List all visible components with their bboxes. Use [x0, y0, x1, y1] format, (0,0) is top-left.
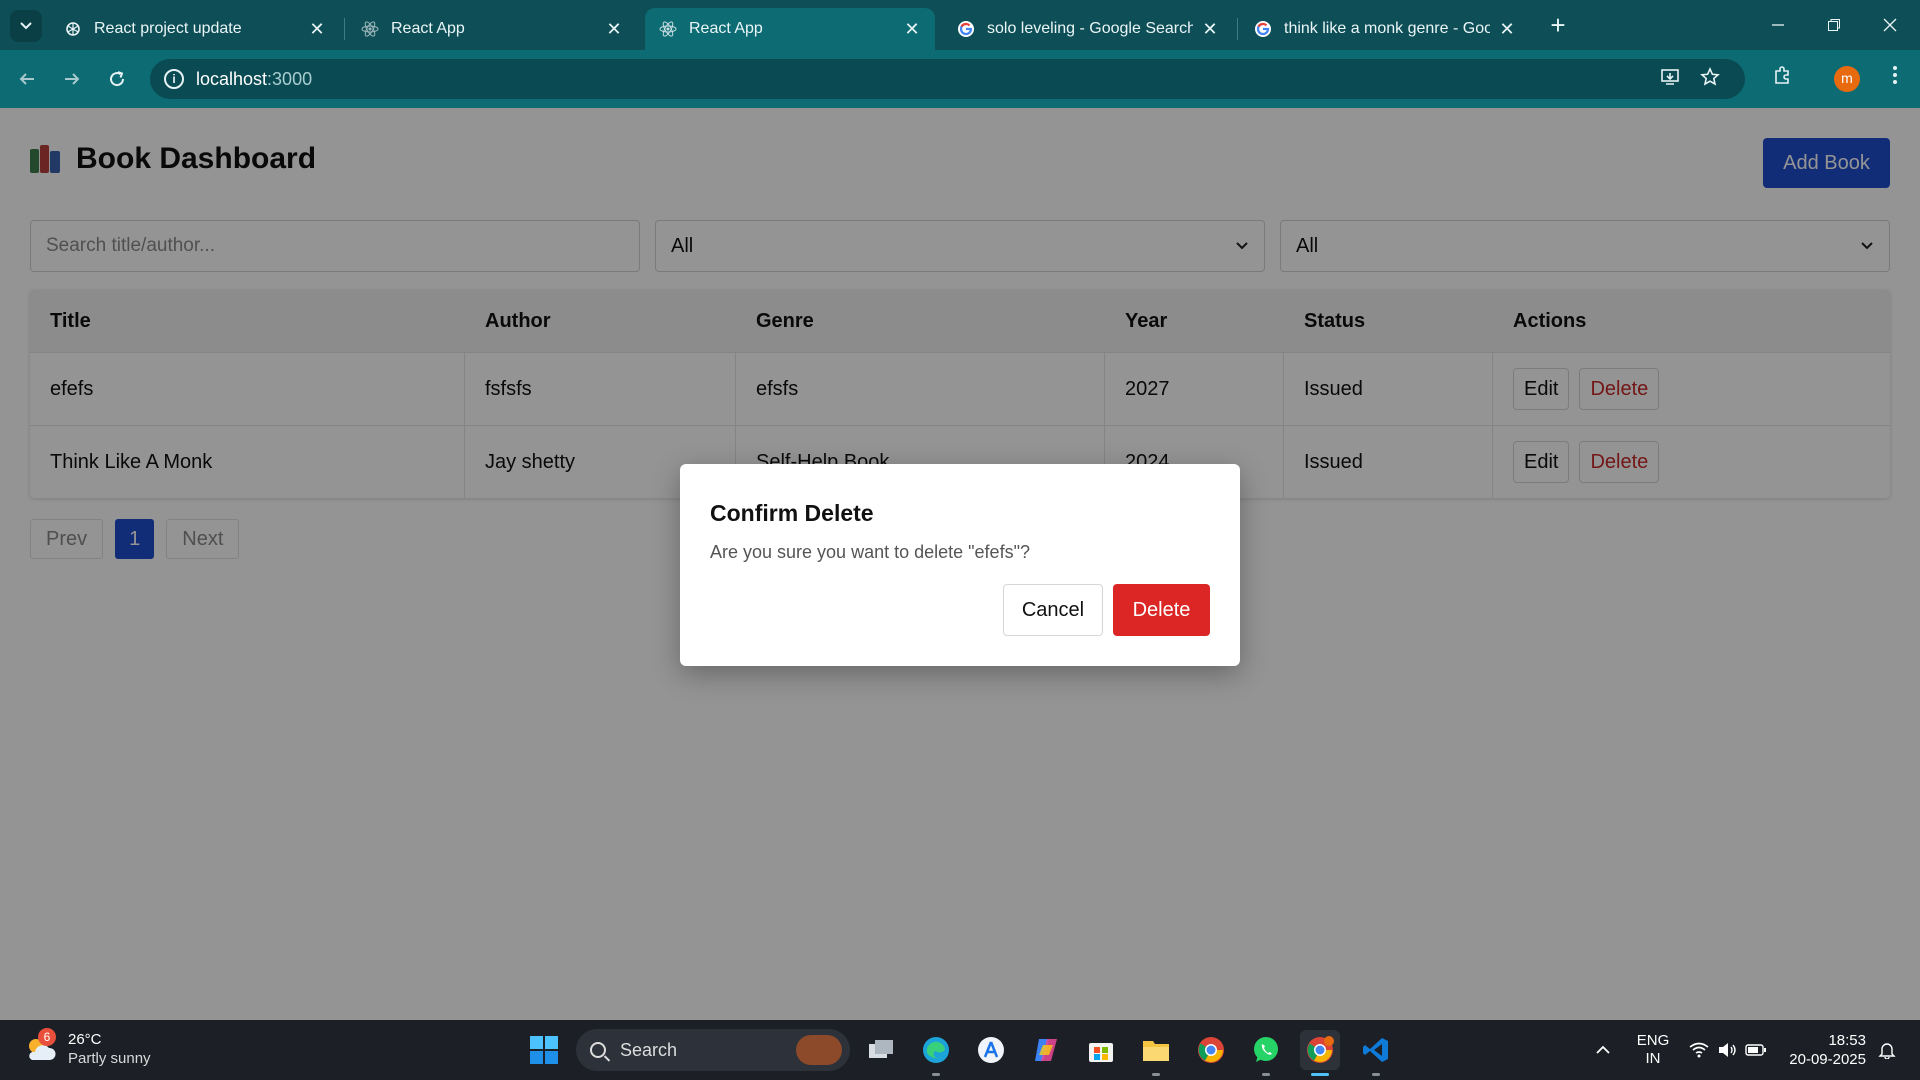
install-app-icon[interactable] [1658, 67, 1682, 91]
input-language-indicator[interactable]: ENG IN [1628, 1020, 1678, 1080]
dialog-title: Confirm Delete [710, 500, 874, 526]
browser-tab-1[interactable]: React project update ✕ [50, 8, 340, 50]
taskbar-search[interactable]: Search [576, 1029, 850, 1071]
running-indicator [932, 1073, 940, 1076]
search-icon [590, 1042, 606, 1058]
extensions-icon[interactable] [1767, 64, 1797, 94]
close-icon[interactable]: ✕ [1201, 19, 1219, 40]
arrow-right-icon [65, 73, 80, 85]
volume-icon[interactable] [1712, 1020, 1742, 1080]
edge-browser-icon[interactable] [916, 1030, 956, 1070]
wifi-icon[interactable] [1684, 1020, 1714, 1080]
tab-title: React project update [94, 20, 242, 37]
address-url[interactable]: localhost:3000 [196, 69, 312, 90]
running-indicator-active [1311, 1073, 1329, 1076]
profile-avatar[interactable]: m [1834, 66, 1860, 92]
close-icon[interactable]: ✕ [1498, 19, 1516, 40]
windows-taskbar: 6 26°C Partly sunny Search ENG IN 18:53 … [0, 1020, 1920, 1080]
weather-widget[interactable]: 6 26°C Partly sunny [24, 1028, 151, 1068]
browser-tab-5[interactable]: think like a monk genre - Google ✕ [1240, 8, 1530, 50]
task-view-icon[interactable] [861, 1030, 901, 1070]
cancel-button[interactable]: Cancel [1003, 584, 1103, 636]
reload-icon [110, 71, 125, 87]
battery-icon[interactable] [1741, 1020, 1771, 1080]
close-icon[interactable]: ✕ [605, 19, 623, 40]
weather-alert-badge: 6 [38, 1028, 56, 1046]
close-icon [1883, 18, 1897, 32]
tab-divider [344, 18, 345, 40]
url-host: localhost [196, 69, 268, 89]
google-icon [957, 20, 975, 38]
lang-bottom: IN [1645, 1050, 1661, 1067]
chrome-profile-icon[interactable] [1300, 1030, 1340, 1070]
tab-title: solo leveling - Google Search [987, 20, 1193, 37]
reload-button[interactable] [102, 64, 132, 94]
tab-title: React App [689, 20, 763, 37]
tab-title: think like a monk genre - Google [1284, 20, 1490, 37]
browser-tab-3-active[interactable]: React App ✕ [645, 8, 935, 50]
browser-tab-2[interactable]: React App ✕ [347, 8, 637, 50]
whatsapp-icon[interactable] [1246, 1030, 1286, 1070]
chrome-icon[interactable] [1191, 1030, 1231, 1070]
weather-temp: 26°C [68, 1031, 102, 1048]
address-bar[interactable]: i localhost:3000 [150, 59, 1745, 99]
google-icon [1254, 20, 1272, 38]
confirm-delete-dialog: Confirm Delete Are you sure you want to … [680, 464, 1240, 666]
forward-button[interactable] [57, 64, 87, 94]
close-window-button[interactable] [1862, 0, 1918, 50]
confirm-delete-button[interactable]: Delete [1113, 584, 1210, 636]
minimize-icon [1772, 24, 1784, 26]
vscode-icon[interactable] [1356, 1030, 1396, 1070]
arrow-left-icon [19, 73, 34, 85]
windows-start-icon[interactable] [524, 1030, 564, 1070]
close-icon[interactable]: ✕ [308, 19, 326, 40]
bookmark-star-icon[interactable] [1698, 67, 1722, 91]
tab-title: React App [391, 20, 465, 37]
clock-time: 18:53 [1828, 1032, 1866, 1049]
search-highlight-image [796, 1035, 842, 1065]
url-port: :3000 [267, 69, 313, 89]
react-icon [361, 20, 379, 38]
weather-condition: Partly sunny [68, 1050, 151, 1067]
minimize-button[interactable] [1750, 0, 1806, 50]
show-hidden-icons-chevron-up-icon[interactable] [1588, 1020, 1618, 1080]
tab-divider [1237, 18, 1238, 40]
weather-partly-sunny-icon: 6 [24, 1028, 58, 1066]
chatgpt-icon [64, 20, 82, 38]
tab-search-menu-button[interactable] [10, 10, 42, 42]
more-menu-icon[interactable] [1880, 64, 1910, 94]
restore-button[interactable] [1806, 0, 1862, 50]
copilot-icon[interactable] [1026, 1030, 1066, 1070]
restore-icon [1828, 19, 1840, 31]
app-store-icon[interactable] [971, 1030, 1011, 1070]
browser-toolbar: i localhost:3000 [0, 50, 1920, 108]
back-button[interactable] [12, 64, 42, 94]
react-icon [659, 20, 677, 38]
running-indicator [1152, 1073, 1160, 1076]
new-tab-button[interactable]: + [1543, 10, 1573, 40]
file-explorer-icon[interactable] [1136, 1030, 1176, 1070]
weather-text: 26°C Partly sunny [68, 1030, 151, 1068]
taskbar-search-label: Search [620, 1039, 678, 1060]
chevron-down-icon [20, 22, 32, 30]
notification-bell-icon[interactable] [1872, 1020, 1902, 1080]
microsoft-store-icon[interactable] [1081, 1030, 1121, 1070]
system-clock[interactable]: 18:53 20-09-2025 [1786, 1031, 1866, 1069]
browser-tab-4[interactable]: solo leveling - Google Search ✕ [943, 8, 1233, 50]
lang-top: ENG [1636, 1032, 1670, 1049]
running-indicator [1372, 1073, 1380, 1076]
browser-tab-bar: React project update ✕ React App ✕ React… [0, 0, 1920, 50]
clock-date: 20-09-2025 [1789, 1051, 1866, 1068]
dialog-message: Are you sure you want to delete "efefs"? [710, 542, 1030, 562]
close-icon[interactable]: ✕ [903, 19, 921, 40]
site-info-icon[interactable]: i [164, 69, 184, 89]
running-indicator [1262, 1073, 1270, 1076]
